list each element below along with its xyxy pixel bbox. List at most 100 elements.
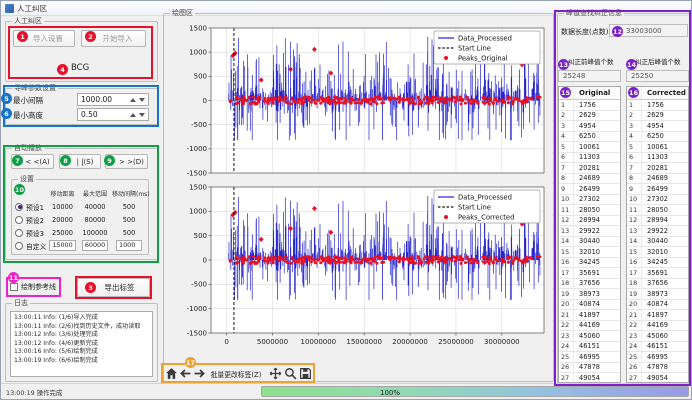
chart-top-canvas[interactable]: -1500-1000-500050010001500Data_Processed…: [169, 23, 549, 177]
table-row[interactable]: 2749054: [627, 373, 688, 383]
preset-value: 100000: [78, 229, 112, 237]
table-row[interactable]: 1735691: [559, 268, 620, 279]
zoom-icon[interactable]: [284, 367, 297, 380]
table-row[interactable]: 1735691: [627, 268, 688, 279]
preset-radio-option[interactable]: 预设3: [12, 228, 47, 238]
spin-down-icon[interactable]: [139, 113, 145, 117]
corrected-peaks-table[interactable]: Corrected1175622629349544625051006161130…: [626, 86, 689, 383]
spinbox-arrows[interactable]: [130, 113, 148, 117]
row-index: 18: [627, 279, 642, 289]
table-row[interactable]: 1128050: [559, 205, 620, 216]
table-row[interactable]: 1634245: [559, 258, 620, 269]
custom-value-input[interactable]: 15000: [49, 240, 75, 251]
table-row[interactable]: 22629: [627, 111, 688, 122]
table-header-label: Original: [574, 89, 620, 97]
table-row[interactable]: 2141897: [627, 310, 688, 321]
table-row[interactable]: 2647878: [559, 363, 620, 374]
table-row[interactable]: 1128050: [627, 205, 688, 216]
table-row[interactable]: 2040874: [559, 300, 620, 311]
table-row[interactable]: 611303: [627, 153, 688, 164]
reference-line-checkbox[interactable]: [10, 283, 18, 291]
peak-value: 2629: [574, 111, 620, 119]
row-index: 10: [559, 195, 574, 205]
table-row[interactable]: 46250: [627, 132, 688, 143]
pan-icon[interactable]: [269, 367, 282, 380]
preset-radio-option[interactable]: 预设1: [12, 202, 47, 212]
annotation-badge-11: 11: [8, 272, 19, 283]
min-height-spinbox[interactable]: 0.50: [77, 108, 149, 121]
spin-up-icon[interactable]: [130, 98, 136, 102]
custom-value-input[interactable]: 60000: [82, 240, 108, 251]
table-row[interactable]: 2446151: [627, 342, 688, 353]
table-row[interactable]: 11756: [559, 100, 620, 111]
table-row[interactable]: 2040874: [627, 300, 688, 311]
table-row[interactable]: 1329922: [627, 226, 688, 237]
min-interval-spinbox[interactable]: 1000.00: [77, 93, 149, 106]
table-row[interactable]: 2141897: [559, 310, 620, 321]
spinbox-arrows[interactable]: [130, 98, 148, 102]
batch-edit-labels-button[interactable]: 批量更改标签(Z): [207, 366, 265, 381]
table-row[interactable]: 1837656: [559, 279, 620, 290]
table-row[interactable]: 1329922: [559, 226, 620, 237]
table-row[interactable]: 2446151: [559, 342, 620, 353]
custom-value-input[interactable]: 1000: [116, 240, 142, 251]
radio-icon[interactable]: [15, 229, 23, 237]
home-icon[interactable]: [165, 367, 178, 380]
back-arrow-icon[interactable]: [179, 367, 192, 380]
table-row[interactable]: 824689: [559, 174, 620, 185]
table-row[interactable]: 2244169: [559, 321, 620, 332]
spin-up-icon[interactable]: [130, 113, 136, 117]
table-row[interactable]: 22629: [559, 111, 620, 122]
spin-down-icon[interactable]: [139, 98, 145, 102]
forward-arrow-icon[interactable]: [193, 367, 206, 380]
table-row[interactable]: 1430440: [559, 237, 620, 248]
table-row[interactable]: 720281: [627, 163, 688, 174]
table-row[interactable]: 510061: [627, 142, 688, 153]
table-row[interactable]: 46250: [559, 132, 620, 143]
table-row[interactable]: 1634245: [627, 258, 688, 269]
table-row[interactable]: 1837656: [627, 279, 688, 290]
preset-radio-option[interactable]: 预设2: [12, 215, 47, 225]
table-row[interactable]: 510061: [559, 142, 620, 153]
svg-text:0: 0: [224, 338, 228, 346]
table-row[interactable]: 926499: [627, 184, 688, 195]
table-row[interactable]: 2345060: [559, 331, 620, 342]
table-row[interactable]: 34954: [559, 121, 620, 132]
table-row[interactable]: 926499: [559, 184, 620, 195]
table-row[interactable]: 1027302: [627, 195, 688, 206]
table-row[interactable]: 824689: [627, 174, 688, 185]
row-index: 14: [559, 237, 574, 247]
table-row[interactable]: 34954: [627, 121, 688, 132]
table-row[interactable]: 1430440: [627, 237, 688, 248]
table-row[interactable]: 720281: [559, 163, 620, 174]
table-row[interactable]: 2546995: [559, 352, 620, 363]
original-peaks-table[interactable]: Original 11756226293495446250510061611303…: [558, 86, 621, 383]
chart-bottom-canvas[interactable]: -1500-1000-50005001000150005000000100000…: [169, 181, 549, 357]
radio-icon[interactable]: [15, 242, 23, 250]
row-index: 2: [627, 111, 642, 121]
table-row[interactable]: 2546995: [627, 352, 688, 363]
table-row[interactable]: 2244169: [627, 321, 688, 332]
table-row[interactable]: 1938973: [627, 289, 688, 300]
table-row[interactable]: 2647878: [627, 363, 688, 374]
radio-icon[interactable]: [15, 216, 23, 224]
table-row[interactable]: 611303: [559, 153, 620, 164]
table-row[interactable]: 11756: [627, 100, 688, 111]
preset-value: 500: [112, 203, 146, 211]
preset-table-header: 移动距离最大范围移动间隔(ms): [12, 187, 148, 200]
table-row[interactable]: 1532010: [559, 247, 620, 258]
row-index: 1: [627, 100, 642, 110]
preset-radio-option[interactable]: 自定义: [12, 241, 47, 251]
table-row[interactable]: 1938973: [559, 289, 620, 300]
save-icon[interactable]: [299, 367, 312, 380]
annotation-badge-5: 5: [1, 93, 12, 104]
table-row[interactable]: 1027302: [559, 195, 620, 206]
table-row[interactable]: 1228994: [627, 216, 688, 227]
log-viewport[interactable]: 13:00:11 Info: (1/6)导入完成13:00:11 Info: (…: [10, 311, 153, 377]
table-row[interactable]: 1532010: [627, 247, 688, 258]
preset-row: 自定义15000 60000 1000: [12, 239, 148, 252]
table-row[interactable]: 2749054: [559, 373, 620, 383]
table-row[interactable]: 1228994: [559, 216, 620, 227]
radio-icon[interactable]: [15, 203, 23, 211]
table-row[interactable]: 2345060: [627, 331, 688, 342]
